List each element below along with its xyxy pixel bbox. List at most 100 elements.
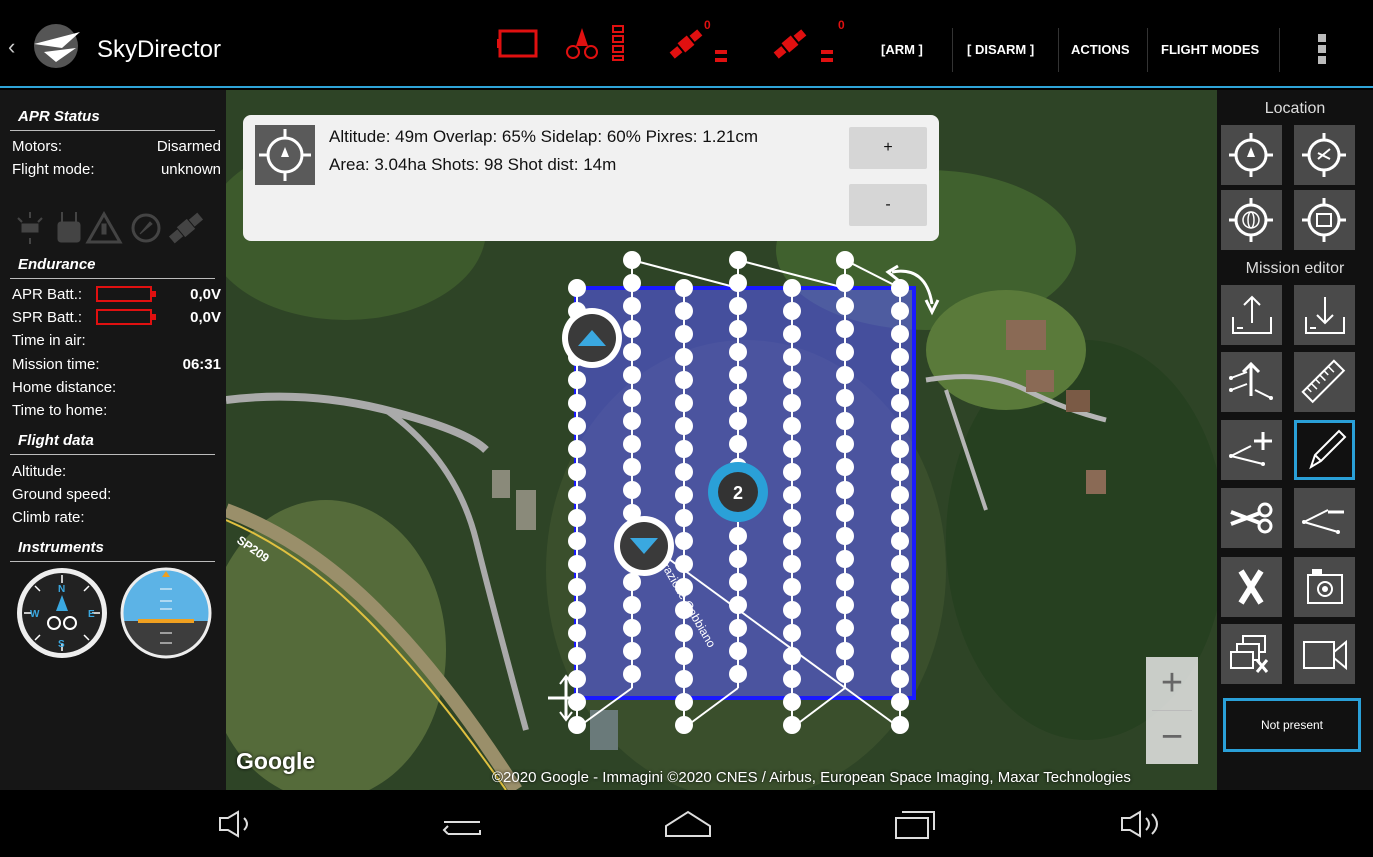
download-mission-button[interactable] <box>1294 285 1355 345</box>
photo-point <box>729 343 747 361</box>
photo-point <box>568 624 586 642</box>
zoom-out-button[interactable]: − <box>1146 711 1198 764</box>
photo-point <box>891 532 909 550</box>
photo-point <box>836 389 854 407</box>
photo-point <box>729 642 747 660</box>
photo-point <box>891 509 909 527</box>
photo-point <box>783 279 801 297</box>
drone-location-icon[interactable] <box>255 125 315 185</box>
map-copyright[interactable]: ©2020 Google - Immagini ©2020 CNES / Air… <box>492 769 1131 786</box>
sat1-count: 0 <box>704 18 711 32</box>
waypoint-number: 2 <box>733 483 743 503</box>
photo-point <box>568 532 586 550</box>
photo-point <box>891 348 909 366</box>
photo-point <box>729 251 747 269</box>
photo-point <box>568 509 586 527</box>
spr-batt-label: SPR Batt.: <box>12 309 83 326</box>
clear-mission-button[interactable] <box>1221 557 1282 617</box>
measure-button[interactable] <box>1294 352 1355 412</box>
device-status-button[interactable]: Not present <box>1223 698 1361 752</box>
landing-marker-icon[interactable] <box>614 516 674 576</box>
photo-point <box>729 297 747 315</box>
waypoint-marker[interactable]: 2 <box>708 462 768 522</box>
cut-button[interactable] <box>1221 488 1282 548</box>
takeoff-point-button[interactable] <box>1221 352 1282 412</box>
decrease-button[interactable]: - <box>849 184 927 226</box>
photo-point <box>729 366 747 384</box>
divider <box>10 454 215 455</box>
photo-point <box>568 693 586 711</box>
photo-point <box>891 578 909 596</box>
locate-mission-button[interactable] <box>1294 125 1355 185</box>
locate-world-button[interactable] <box>1221 190 1282 250</box>
photo-point <box>568 578 586 596</box>
photo-point <box>836 596 854 614</box>
photo-point <box>623 274 641 292</box>
photo-point <box>891 394 909 412</box>
photo-point <box>568 716 586 734</box>
remove-waypoint-button[interactable] <box>1294 488 1355 548</box>
home-icon[interactable] <box>662 808 714 840</box>
photo-point <box>623 435 641 453</box>
svg-text:E: E <box>88 609 95 620</box>
actions-button[interactable]: ACTIONS <box>1071 42 1130 57</box>
photo-point <box>675 624 693 642</box>
apr-battery-icon <box>96 286 156 302</box>
photo-button[interactable] <box>1294 557 1355 617</box>
device-locate-icon <box>1302 198 1346 242</box>
photo-point <box>729 550 747 568</box>
draw-polygon-button[interactable] <box>1294 420 1355 480</box>
photo-point <box>783 670 801 688</box>
svg-text:N: N <box>58 584 65 595</box>
app-logo-icon[interactable] <box>22 22 90 70</box>
volume-up-icon[interactable] <box>1118 808 1170 840</box>
arm-button[interactable]: [ARM ] <box>881 42 923 57</box>
remote-control-icon <box>57 212 81 243</box>
compass-icon <box>131 213 161 243</box>
photo-point <box>675 440 693 458</box>
zoom-in-button[interactable]: + <box>1146 657 1198 710</box>
upload-mission-button[interactable] <box>1221 285 1282 345</box>
photo-point <box>783 532 801 550</box>
back-icon[interactable] <box>440 808 486 840</box>
video-button[interactable] <box>1294 624 1355 684</box>
layers-delete-icon <box>1230 635 1269 673</box>
home-distance-label: Home distance: <box>12 379 117 396</box>
increase-button[interactable]: + <box>849 127 927 169</box>
photo-point <box>836 619 854 637</box>
locate-device-button[interactable] <box>1294 190 1355 250</box>
flight-data-heading: Flight data <box>18 432 94 449</box>
drone-icon <box>566 28 598 59</box>
divider <box>952 28 953 72</box>
time-in-air-label: Time in air: <box>12 332 86 349</box>
photo-point <box>623 366 641 384</box>
overflow-menu-icon[interactable] <box>1318 34 1326 67</box>
photo-point <box>783 371 801 389</box>
recent-apps-icon[interactable] <box>890 808 938 840</box>
disarm-button[interactable]: [ DISARM ] <box>967 42 1034 57</box>
motors-value: Disarmed <box>156 138 221 155</box>
app-title: SkyDirector <box>97 36 222 63</box>
divider <box>1058 28 1059 72</box>
back-chevron-icon[interactable]: ‹ <box>8 34 15 60</box>
tools-panel: Location Mission editor Not present <box>1217 90 1373 790</box>
gps-status-icon <box>821 50 833 62</box>
apr-batt-value: 0,0V <box>190 286 221 303</box>
photo-point <box>623 343 641 361</box>
gps-sun-icon <box>17 212 43 244</box>
flight-modes-button[interactable]: FLIGHT MODES <box>1161 42 1259 57</box>
photo-point <box>891 302 909 320</box>
photo-point <box>568 486 586 504</box>
delete-layers-button[interactable] <box>1221 624 1282 684</box>
compass-instrument-icon: N S W E <box>17 568 107 658</box>
sensor-status-icons <box>17 210 204 244</box>
photo-point <box>729 320 747 338</box>
takeoff-marker-icon[interactable] <box>562 308 622 368</box>
photo-point <box>568 279 586 297</box>
photo-point <box>836 527 854 545</box>
add-waypoint-button[interactable] <box>1221 420 1282 480</box>
photo-point <box>729 573 747 591</box>
volume-down-icon[interactable] <box>216 808 256 840</box>
photo-point <box>675 578 693 596</box>
locate-drone-button[interactable] <box>1221 125 1282 185</box>
